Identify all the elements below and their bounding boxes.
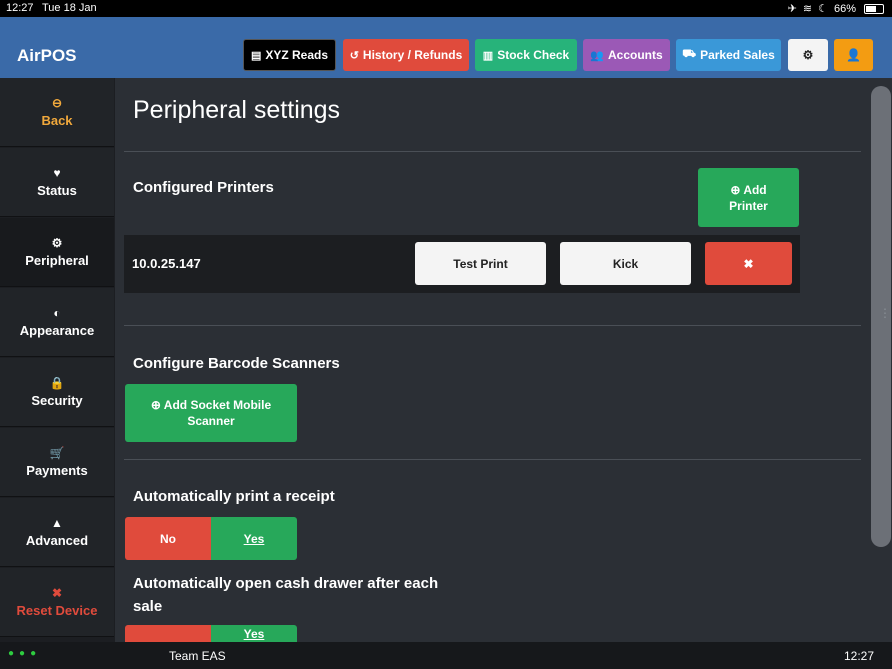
accounts-label: Accounts <box>608 48 663 62</box>
sidebar-item-reset-device[interactable]: ✖ Reset Device <box>0 568 114 637</box>
sidebar-item-peripheral[interactable]: ⚙ Peripheral <box>0 218 114 287</box>
users-icon: 👥 <box>590 49 604 62</box>
auto-drawer-yes-button[interactable]: Yes <box>211 625 297 642</box>
status-date: Tue 18 Jan <box>42 2 97 14</box>
add-socket-mobile-scanner-button[interactable]: ⊕ Add Socket Mobile Scanner <box>125 384 297 442</box>
auto-drawer-no-button[interactable] <box>125 625 211 642</box>
add-printer-label-1: Add <box>743 182 767 197</box>
sidebar-item-label: Reset Device <box>16 603 98 618</box>
plus-circle-icon: ⊕ <box>150 398 161 412</box>
xyz-reads-label: XYZ Reads <box>265 48 329 62</box>
sidebar-item-status[interactable]: ♥ Status <box>0 148 114 217</box>
half-circle-icon: ◐ <box>53 306 61 320</box>
connection-dots-icon: ●●● <box>8 648 42 659</box>
moon-icon: ☾ <box>818 3 828 15</box>
sidebar-item-label: Status <box>37 183 77 198</box>
team-name: Team EAS <box>169 649 226 663</box>
kick-button[interactable]: Kick <box>560 242 691 285</box>
stock-check-label: Stock Check <box>497 48 570 62</box>
auto-drawer-heading-line2: sale <box>133 598 163 615</box>
user-button[interactable]: 👤 <box>834 39 873 71</box>
add-scanner-label-2: Scanner <box>187 414 235 428</box>
lock-icon: 🔒 <box>49 376 65 390</box>
heartbeat-icon: ♥ <box>53 166 61 180</box>
add-printer-button[interactable]: ⊕ Add Printer <box>698 168 799 227</box>
warning-icon: ▲ <box>51 516 63 530</box>
settings-button[interactable]: ⚙ <box>788 39 828 71</box>
battery-icon <box>864 3 884 14</box>
cart-icon: 🛒 <box>49 446 65 460</box>
close-icon: ✖ <box>51 586 63 600</box>
settings-sidebar: ⊖ Back ♥ Status ⚙ Peripheral ◐ Appearanc… <box>0 78 115 642</box>
parked-sales-label: Parked Sales <box>700 48 775 62</box>
main-content: Peripheral settings Configured Printers … <box>115 78 870 642</box>
printer-row: 10.0.25.147 Test Print Kick ✖ <box>124 235 800 293</box>
auto-drawer-heading: Automatically open cash drawer after eac… <box>133 572 438 618</box>
battery-percent: 66% <box>833 2 856 15</box>
sidebar-item-label: Payments <box>26 463 88 478</box>
sidebar-item-back[interactable]: ⊖ Back <box>0 78 114 147</box>
app-brand: AirPOS <box>17 46 77 65</box>
gear-icon: ⚙ <box>802 48 814 62</box>
printers-heading: Configured Printers <box>133 179 274 196</box>
divider <box>124 459 861 460</box>
parked-sales-button[interactable]: ⛟ Parked Sales <box>676 39 781 71</box>
top-navbar: AirPOS ▤ XYZ Reads ↺ History / Refunds ▥… <box>0 17 892 78</box>
remove-printer-button[interactable]: ✖ <box>705 242 792 285</box>
scrollbar[interactable]: ⋮ <box>870 78 892 642</box>
sidebar-item-label: Peripheral <box>25 253 89 268</box>
auto-receipt-heading: Automatically print a receipt <box>133 488 335 505</box>
resize-grip-icon[interactable]: ⋮ <box>879 306 891 320</box>
xyz-reads-button[interactable]: ▤ XYZ Reads <box>243 39 336 71</box>
auto-receipt-no-button[interactable]: No <box>125 517 211 560</box>
stock-check-button[interactable]: ▥ Stock Check <box>475 39 577 71</box>
sidebar-item-label: Security <box>31 393 83 408</box>
sidebar-item-advanced[interactable]: ▲ Advanced <box>0 498 114 567</box>
close-icon: ✖ <box>743 256 754 271</box>
history-refunds-label: History / Refunds <box>362 48 463 62</box>
footer-time: 12:27 <box>843 649 874 663</box>
airplane-icon: ✈ <box>787 3 797 15</box>
add-printer-label-2: Printer <box>729 198 768 213</box>
page-title: Peripheral settings <box>133 96 341 124</box>
status-indicators: ✈ ≋ ☾ 66% <box>788 2 884 15</box>
test-print-button[interactable]: Test Print <box>415 242 546 285</box>
sidebar-item-label: Advanced <box>25 533 89 548</box>
divider <box>124 325 861 326</box>
user-icon: 👤 <box>846 48 861 62</box>
history-refunds-button[interactable]: ↺ History / Refunds <box>343 39 469 71</box>
plus-circle-icon: ⊕ <box>730 182 741 197</box>
scanners-heading: Configure Barcode Scanners <box>133 355 340 372</box>
car-icon: ⛟ <box>682 48 697 60</box>
sidebar-item-payments[interactable]: 🛒 Payments <box>0 428 114 497</box>
wifi-icon: ≋ <box>802 3 813 15</box>
accounts-button[interactable]: 👥 Accounts <box>583 39 670 71</box>
sidebar-item-label: Back <box>41 113 73 128</box>
sidebar-item-label: Appearance <box>19 323 95 338</box>
circle-arrow-icon: ⊖ <box>51 96 63 110</box>
ios-status-bar: 12:27 Tue 18 Jan ✈ ≋ ☾ 66% <box>0 0 892 17</box>
sidebar-item-appearance[interactable]: ◐ Appearance <box>0 288 114 357</box>
status-time: 12:27 <box>6 2 34 14</box>
divider <box>124 151 861 152</box>
auto-drawer-heading-line1: Automatically open cash drawer after eac… <box>133 575 439 592</box>
add-scanner-label-1: Add Socket Mobile <box>163 398 272 412</box>
barcode-icon: ▥ <box>482 49 494 62</box>
auto-receipt-yes-button[interactable]: Yes <box>211 517 297 560</box>
table-icon: ▤ <box>250 49 262 62</box>
gear-icon: ⚙ <box>51 236 63 250</box>
printer-ip: 10.0.25.147 <box>132 256 201 271</box>
sidebar-item-security[interactable]: 🔒 Security <box>0 358 114 427</box>
undo-icon: ↺ <box>349 49 359 62</box>
footer-bar: ●●● Team EAS 12:27 <box>0 642 892 669</box>
